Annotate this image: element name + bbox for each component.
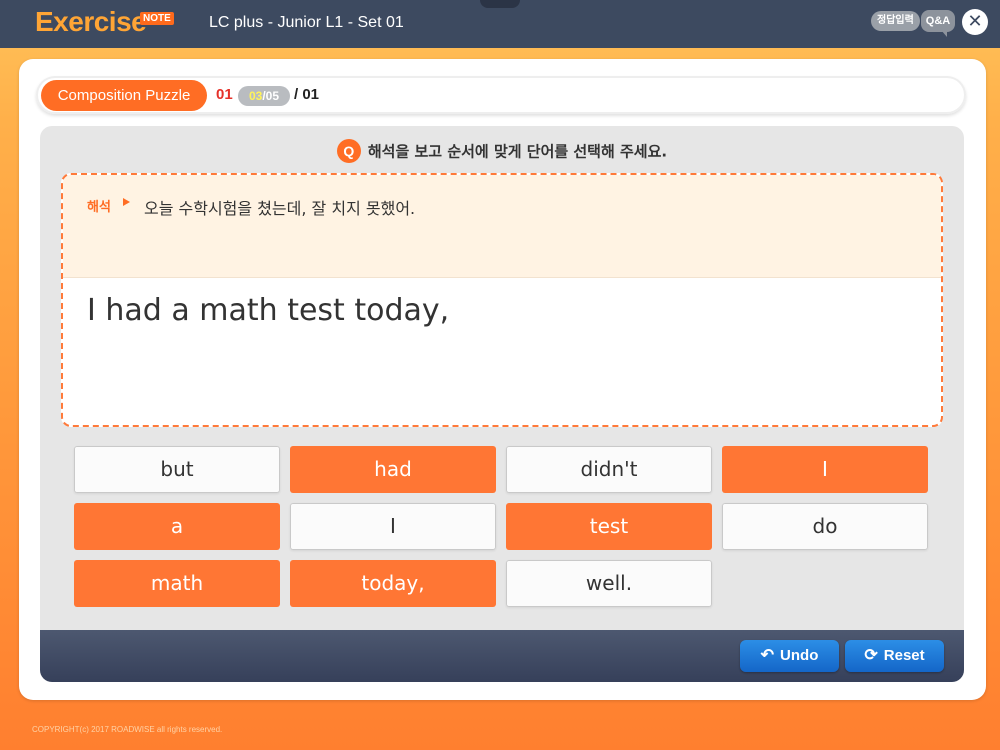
step-total: 05 [265, 89, 280, 103]
translation-area: 해석 오늘 수학시험을 쳤는데, 잘 치지 못했어. [63, 175, 941, 278]
question-text: 해석을 보고 순서에 맞게 단어를 선택해 주세요. [367, 142, 668, 161]
step-progress: 03/05 [238, 86, 290, 106]
word-tile[interactable]: do [722, 503, 928, 550]
answer-box: 해석 오늘 수학시험을 쳤는데, 잘 치지 못했어. I had a math … [61, 173, 943, 427]
set-title: LC plus - Junior L1 - Set 01 [209, 14, 404, 31]
step-current: 03 [248, 89, 263, 103]
refresh-icon: ⟳ [864, 647, 878, 664]
word-tile[interactable]: today, [290, 560, 496, 607]
exercise-type-label: Composition Puzzle [41, 80, 207, 111]
undo-label: Undo [780, 647, 819, 664]
reset-label: Reset [883, 647, 925, 664]
app-logo: Exercise [35, 6, 147, 37]
question-number: 01 [216, 86, 233, 103]
undo-button[interactable]: ↶ Undo [740, 640, 839, 672]
question-panel: Q 해석을 보고 순서에 맞게 단어를 선택해 주세요. 해석 오늘 수학시험을 … [40, 126, 964, 682]
word-tile[interactable]: well. [506, 560, 712, 607]
header-notch[interactable] [480, 0, 520, 8]
word-tiles: but had didn't I a I test do math today,… [74, 446, 928, 607]
word-tile[interactable]: didn't [506, 446, 712, 493]
copyright-text: COPYRIGHT(c) 2017 ROADWISE all rights re… [32, 725, 223, 734]
translation-text: 오늘 수학시험을 쳤는데, 잘 치지 못했어. [144, 199, 416, 218]
undo-icon: ↶ [760, 647, 775, 664]
reset-button[interactable]: ⟳ Reset [845, 640, 944, 672]
question-instruction: Q 해석을 보고 순서에 맞게 단어를 선택해 주세요. [40, 139, 964, 163]
qa-button[interactable]: Q&A [921, 10, 955, 37]
top-bar: Exercise NOTE LC plus - Junior L1 - Set … [0, 0, 1000, 48]
q-badge-icon: Q [336, 139, 361, 163]
bottom-toolbar: ↶ Undo ⟳ Reset [40, 630, 964, 682]
logo-badge: NOTE [140, 12, 174, 25]
question-total: / 01 [294, 86, 320, 103]
triangle-right-icon [123, 198, 130, 206]
word-tile[interactable]: I [290, 503, 496, 550]
word-tile[interactable]: had [290, 446, 496, 493]
word-tile[interactable]: a [74, 503, 280, 550]
word-tile[interactable]: I [722, 446, 928, 493]
composed-sentence: I had a math test today, [87, 293, 450, 328]
word-tile[interactable]: test [506, 503, 712, 550]
word-tile[interactable]: but [74, 446, 280, 493]
word-tile[interactable]: math [74, 560, 280, 607]
answer-input-button[interactable]: 정답입력 [871, 11, 920, 31]
translation-label: 해석 [87, 200, 111, 215]
close-icon[interactable]: ✕ [962, 9, 988, 35]
